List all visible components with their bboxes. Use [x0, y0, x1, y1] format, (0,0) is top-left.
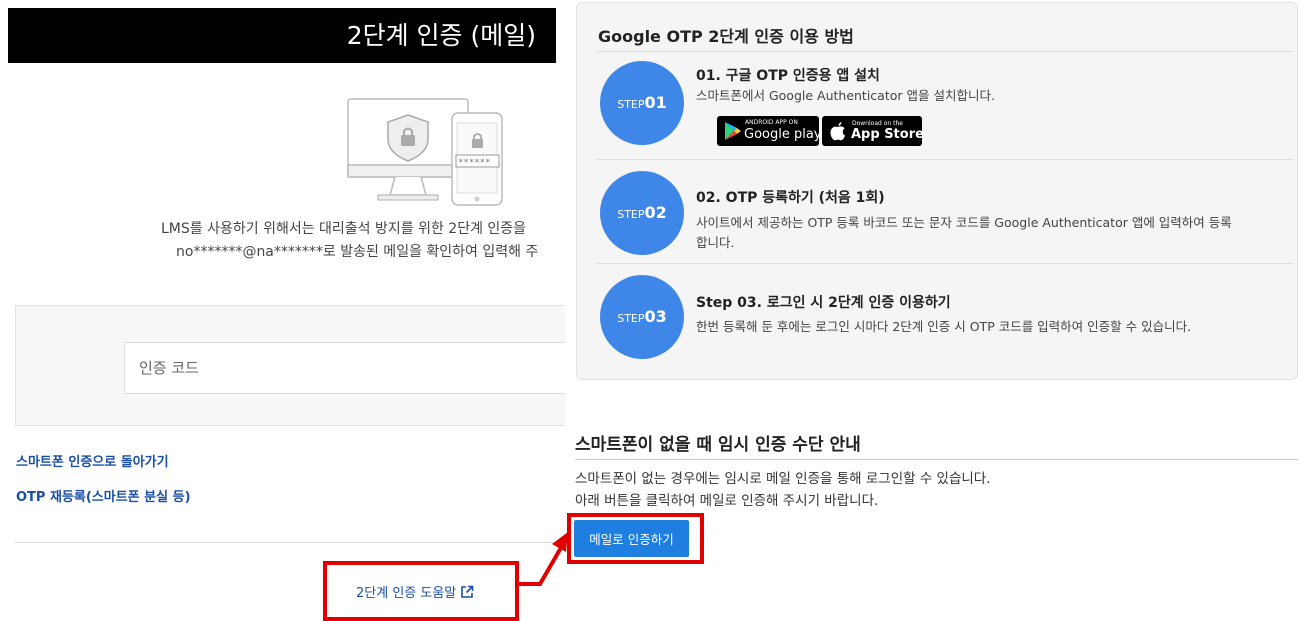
- step-badge-number: 03: [644, 307, 667, 326]
- step-badge-number: 01: [644, 93, 667, 112]
- temporary-auth-line-2: 아래 버튼을 클릭하여 메일로 인증해 주시기 바랍니다.: [575, 493, 879, 509]
- two-factor-help-link[interactable]: 2단계 인증 도움말: [356, 582, 474, 601]
- divider: [15, 542, 565, 543]
- step-badge: STEP02: [600, 171, 684, 255]
- apple-icon: [830, 122, 845, 141]
- otp-reregister-link[interactable]: OTP 재등록(스마트폰 분실 등): [16, 486, 191, 505]
- divider: [597, 51, 1293, 52]
- step-badge: STEP03: [600, 275, 684, 359]
- otp-guide-card: Google OTP 2단계 인증 이용 방법 STEP01 01. 구글 OT…: [576, 2, 1298, 380]
- help-link-label: 2단계 인증 도움말: [356, 586, 457, 601]
- back-to-smartphone-link[interactable]: 스마트폰 인증으로 돌아가기: [16, 451, 169, 470]
- otp-guide-title: Google OTP 2단계 인증 이용 방법: [598, 27, 854, 46]
- divider: [597, 159, 1293, 160]
- illustration-password-mask: ******: [458, 158, 491, 168]
- step-title: 02. OTP 등록하기 (처음 1회): [696, 190, 885, 206]
- google-play-text: Google play: [744, 127, 822, 142]
- step-badge-number: 02: [644, 203, 667, 222]
- page-title: 2단계 인증 (메일): [8, 8, 556, 63]
- step-description: 한번 등록해 둔 후에는 로그인 시마다 2단계 인증 시 OTP 코드를 입력…: [696, 319, 1192, 334]
- step-description-line-2: 합니다.: [696, 235, 735, 250]
- step-badge: STEP01: [600, 61, 684, 145]
- step-badge-prefix: STEP: [617, 98, 645, 111]
- google-play-small-text: ANDROID APP ON: [745, 119, 798, 126]
- code-entry-area: [15, 305, 565, 426]
- temporary-auth-title: 스마트폰이 없을 때 임시 인증 수단 안내: [575, 435, 861, 455]
- google-play-badge[interactable]: ANDROID APP ON Google play: [717, 116, 822, 146]
- instruction-line-2: no*******@na*******로 발송된 메일을 확인하여 입력해 주: [176, 244, 539, 260]
- verification-code-input[interactable]: [124, 342, 565, 394]
- temporary-auth-line-1: 스마트폰이 없는 경우에는 임시로 메일 인증을 통해 로그인할 수 있습니다.: [575, 471, 991, 487]
- step-title: 01. 구글 OTP 인증용 앱 설치: [696, 68, 880, 84]
- app-store-small-text: Download on the: [852, 120, 903, 127]
- step-badge-prefix: STEP: [617, 208, 645, 221]
- instruction-line-1: LMS를 사용하기 위해서는 대리출석 방지를 위한 2단계 인증을: [161, 221, 527, 237]
- google-play-icon: [725, 122, 741, 140]
- step-badge-prefix: STEP: [617, 312, 645, 325]
- temporary-auth-description: 스마트폰이 없는 경우에는 임시로 메일 인증을 통해 로그인할 수 있습니다.…: [575, 468, 991, 512]
- security-devices-illustration: ******: [347, 98, 503, 206]
- email-auth-button[interactable]: 메일로 인증하기: [574, 520, 689, 557]
- divider: [597, 263, 1293, 264]
- email-auth-panel: 2단계 인증 (메일) ****** LMS를 사용하기 위해서는 대리출석 방…: [0, 0, 565, 621]
- step-description-line-1: 사이트에서 제공하는 OTP 등록 바코드 또는 문자 코드를 Google A…: [696, 215, 1232, 230]
- step-description: 스마트폰에서 Google Authenticator 앱을 설치합니다.: [696, 88, 995, 103]
- step-title: Step 03. 로그인 시 2단계 인증 이용하기: [696, 295, 951, 311]
- app-store-text: App Store: [851, 127, 924, 142]
- divider: [575, 459, 1298, 460]
- app-store-badge[interactable]: Download on the App Store: [822, 116, 924, 146]
- external-link-icon: [461, 585, 474, 598]
